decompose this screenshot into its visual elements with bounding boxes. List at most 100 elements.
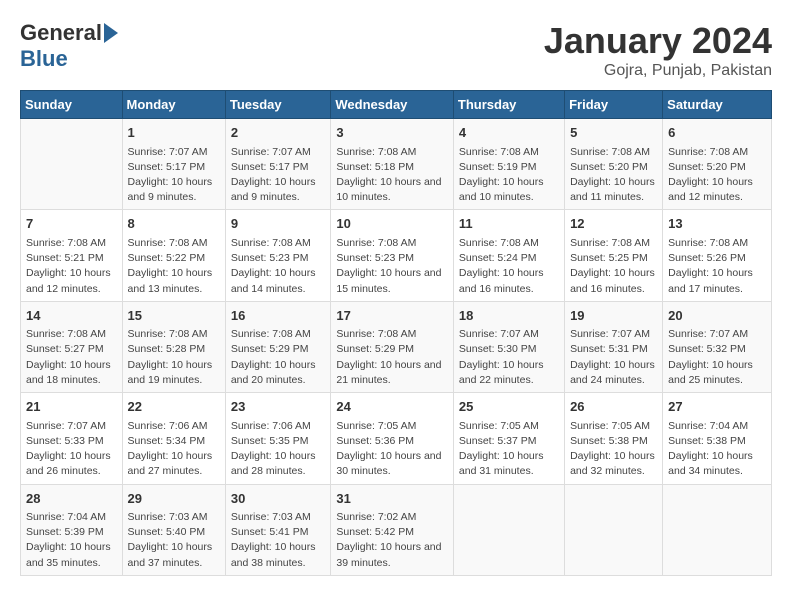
weekday-header: Tuesday — [225, 91, 331, 119]
day-number: 22 — [128, 397, 220, 417]
cell-content: Sunrise: 7:08 AM Sunset: 5:29 PM Dayligh… — [231, 327, 326, 388]
calendar-cell: 5Sunrise: 7:08 AM Sunset: 5:20 PM Daylig… — [565, 119, 663, 210]
cell-content: Sunrise: 7:05 AM Sunset: 5:38 PM Dayligh… — [570, 419, 657, 480]
cell-content: Sunrise: 7:07 AM Sunset: 5:31 PM Dayligh… — [570, 327, 657, 388]
day-number: 14 — [26, 306, 117, 326]
cell-content: Sunrise: 7:08 AM Sunset: 5:26 PM Dayligh… — [668, 236, 766, 297]
cell-content: Sunrise: 7:07 AM Sunset: 5:33 PM Dayligh… — [26, 419, 117, 480]
logo-arrow-icon — [104, 23, 118, 43]
calendar-week-row: 14Sunrise: 7:08 AM Sunset: 5:27 PM Dayli… — [21, 301, 772, 392]
calendar-cell — [565, 484, 663, 575]
calendar-cell: 21Sunrise: 7:07 AM Sunset: 5:33 PM Dayli… — [21, 393, 123, 484]
cell-content: Sunrise: 7:07 AM Sunset: 5:30 PM Dayligh… — [459, 327, 559, 388]
logo: General Blue — [20, 20, 118, 72]
calendar-cell: 25Sunrise: 7:05 AM Sunset: 5:37 PM Dayli… — [453, 393, 564, 484]
day-number: 1 — [128, 123, 220, 143]
cell-content: Sunrise: 7:08 AM Sunset: 5:18 PM Dayligh… — [336, 145, 448, 206]
calendar-cell: 26Sunrise: 7:05 AM Sunset: 5:38 PM Dayli… — [565, 393, 663, 484]
calendar-body: 1Sunrise: 7:07 AM Sunset: 5:17 PM Daylig… — [21, 119, 772, 576]
cell-content: Sunrise: 7:05 AM Sunset: 5:37 PM Dayligh… — [459, 419, 559, 480]
calendar-cell: 16Sunrise: 7:08 AM Sunset: 5:29 PM Dayli… — [225, 301, 331, 392]
calendar-cell: 3Sunrise: 7:08 AM Sunset: 5:18 PM Daylig… — [331, 119, 454, 210]
calendar-cell: 20Sunrise: 7:07 AM Sunset: 5:32 PM Dayli… — [663, 301, 772, 392]
logo-general-text: General — [20, 20, 102, 46]
cell-content: Sunrise: 7:07 AM Sunset: 5:17 PM Dayligh… — [128, 145, 220, 206]
cell-content: Sunrise: 7:04 AM Sunset: 5:38 PM Dayligh… — [668, 419, 766, 480]
weekday-header: Thursday — [453, 91, 564, 119]
cell-content: Sunrise: 7:08 AM Sunset: 5:28 PM Dayligh… — [128, 327, 220, 388]
day-number: 25 — [459, 397, 559, 417]
cell-content: Sunrise: 7:08 AM Sunset: 5:23 PM Dayligh… — [336, 236, 448, 297]
day-number: 19 — [570, 306, 657, 326]
day-number: 23 — [231, 397, 326, 417]
calendar-cell: 18Sunrise: 7:07 AM Sunset: 5:30 PM Dayli… — [453, 301, 564, 392]
weekday-header: Saturday — [663, 91, 772, 119]
calendar-week-row: 28Sunrise: 7:04 AM Sunset: 5:39 PM Dayli… — [21, 484, 772, 575]
cell-content: Sunrise: 7:07 AM Sunset: 5:17 PM Dayligh… — [231, 145, 326, 206]
day-number: 17 — [336, 306, 448, 326]
day-number: 10 — [336, 214, 448, 234]
day-number: 6 — [668, 123, 766, 143]
calendar-cell: 22Sunrise: 7:06 AM Sunset: 5:34 PM Dayli… — [122, 393, 225, 484]
day-number: 2 — [231, 123, 326, 143]
weekday-header: Friday — [565, 91, 663, 119]
day-number: 8 — [128, 214, 220, 234]
cell-content: Sunrise: 7:08 AM Sunset: 5:27 PM Dayligh… — [26, 327, 117, 388]
day-number: 20 — [668, 306, 766, 326]
day-number: 24 — [336, 397, 448, 417]
day-number: 28 — [26, 489, 117, 509]
day-number: 4 — [459, 123, 559, 143]
calendar-cell: 8Sunrise: 7:08 AM Sunset: 5:22 PM Daylig… — [122, 210, 225, 301]
day-number: 31 — [336, 489, 448, 509]
cell-content: Sunrise: 7:08 AM Sunset: 5:21 PM Dayligh… — [26, 236, 117, 297]
calendar-cell: 12Sunrise: 7:08 AM Sunset: 5:25 PM Dayli… — [565, 210, 663, 301]
calendar-cell: 2Sunrise: 7:07 AM Sunset: 5:17 PM Daylig… — [225, 119, 331, 210]
calendar-cell: 31Sunrise: 7:02 AM Sunset: 5:42 PM Dayli… — [331, 484, 454, 575]
day-number: 15 — [128, 306, 220, 326]
cell-content: Sunrise: 7:08 AM Sunset: 5:19 PM Dayligh… — [459, 145, 559, 206]
day-number: 30 — [231, 489, 326, 509]
weekday-row: SundayMondayTuesdayWednesdayThursdayFrid… — [21, 91, 772, 119]
day-number: 12 — [570, 214, 657, 234]
cell-content: Sunrise: 7:05 AM Sunset: 5:36 PM Dayligh… — [336, 419, 448, 480]
day-number: 29 — [128, 489, 220, 509]
page-header: General Blue January 2024 Gojra, Punjab,… — [20, 20, 772, 80]
day-number: 7 — [26, 214, 117, 234]
cell-content: Sunrise: 7:03 AM Sunset: 5:40 PM Dayligh… — [128, 510, 220, 571]
calendar-cell: 23Sunrise: 7:06 AM Sunset: 5:35 PM Dayli… — [225, 393, 331, 484]
calendar-cell — [663, 484, 772, 575]
month-title: January 2024 — [544, 20, 772, 62]
cell-content: Sunrise: 7:08 AM Sunset: 5:20 PM Dayligh… — [570, 145, 657, 206]
calendar-cell: 30Sunrise: 7:03 AM Sunset: 5:41 PM Dayli… — [225, 484, 331, 575]
calendar-cell: 14Sunrise: 7:08 AM Sunset: 5:27 PM Dayli… — [21, 301, 123, 392]
calendar-cell: 1Sunrise: 7:07 AM Sunset: 5:17 PM Daylig… — [122, 119, 225, 210]
calendar-cell: 7Sunrise: 7:08 AM Sunset: 5:21 PM Daylig… — [21, 210, 123, 301]
day-number: 27 — [668, 397, 766, 417]
cell-content: Sunrise: 7:08 AM Sunset: 5:24 PM Dayligh… — [459, 236, 559, 297]
calendar-cell: 27Sunrise: 7:04 AM Sunset: 5:38 PM Dayli… — [663, 393, 772, 484]
calendar-header: SundayMondayTuesdayWednesdayThursdayFrid… — [21, 91, 772, 119]
calendar-table: SundayMondayTuesdayWednesdayThursdayFrid… — [20, 90, 772, 576]
cell-content: Sunrise: 7:07 AM Sunset: 5:32 PM Dayligh… — [668, 327, 766, 388]
cell-content: Sunrise: 7:08 AM Sunset: 5:29 PM Dayligh… — [336, 327, 448, 388]
calendar-cell: 24Sunrise: 7:05 AM Sunset: 5:36 PM Dayli… — [331, 393, 454, 484]
weekday-header: Wednesday — [331, 91, 454, 119]
day-number: 13 — [668, 214, 766, 234]
calendar-cell: 4Sunrise: 7:08 AM Sunset: 5:19 PM Daylig… — [453, 119, 564, 210]
calendar-cell: 9Sunrise: 7:08 AM Sunset: 5:23 PM Daylig… — [225, 210, 331, 301]
calendar-cell — [21, 119, 123, 210]
weekday-header: Monday — [122, 91, 225, 119]
location-text: Gojra, Punjab, Pakistan — [544, 62, 772, 80]
day-number: 21 — [26, 397, 117, 417]
cell-content: Sunrise: 7:02 AM Sunset: 5:42 PM Dayligh… — [336, 510, 448, 571]
calendar-cell: 28Sunrise: 7:04 AM Sunset: 5:39 PM Dayli… — [21, 484, 123, 575]
calendar-cell: 13Sunrise: 7:08 AM Sunset: 5:26 PM Dayli… — [663, 210, 772, 301]
cell-content: Sunrise: 7:08 AM Sunset: 5:23 PM Dayligh… — [231, 236, 326, 297]
calendar-week-row: 21Sunrise: 7:07 AM Sunset: 5:33 PM Dayli… — [21, 393, 772, 484]
cell-content: Sunrise: 7:08 AM Sunset: 5:25 PM Dayligh… — [570, 236, 657, 297]
calendar-cell — [453, 484, 564, 575]
calendar-cell: 29Sunrise: 7:03 AM Sunset: 5:40 PM Dayli… — [122, 484, 225, 575]
calendar-cell: 19Sunrise: 7:07 AM Sunset: 5:31 PM Dayli… — [565, 301, 663, 392]
cell-content: Sunrise: 7:08 AM Sunset: 5:20 PM Dayligh… — [668, 145, 766, 206]
calendar-cell: 15Sunrise: 7:08 AM Sunset: 5:28 PM Dayli… — [122, 301, 225, 392]
